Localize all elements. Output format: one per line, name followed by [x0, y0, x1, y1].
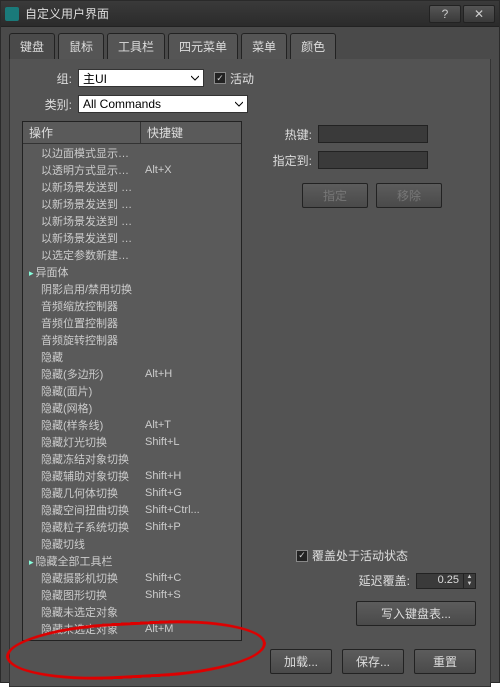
close-button[interactable]: ✕ — [463, 5, 495, 23]
reset-button[interactable]: 重置 — [414, 649, 476, 674]
list-item[interactable]: 隐藏空间扭曲切换Shift+Ctrl... — [23, 501, 241, 518]
hotkey-input[interactable] — [318, 125, 428, 143]
list-item[interactable]: 隐藏粒子系统切换Shift+P — [23, 518, 241, 535]
tab-5[interactable]: 颜色 — [290, 33, 336, 59]
remove-button[interactable]: 移除 — [376, 183, 442, 208]
titlebar[interactable]: 自定义用户界面 ? ✕ — [1, 1, 499, 27]
tab-2[interactable]: 工具栏 — [107, 33, 165, 59]
list-item[interactable]: 以新场景发送到 Soft... — [23, 229, 241, 246]
active-checkbox[interactable]: ✓ 活动 — [214, 70, 254, 87]
list-item[interactable]: 隐藏灯光切换Shift+L — [23, 433, 241, 450]
delay-spinner[interactable]: 0.25 ▲▼ — [416, 573, 476, 589]
chevron-down-icon — [235, 100, 243, 108]
list-item[interactable]: 音频位置控制器 — [23, 314, 241, 331]
list-item[interactable]: 以边面模式显示选定... — [23, 144, 241, 161]
help-button[interactable]: ? — [429, 5, 461, 23]
tab-4[interactable]: 菜单 — [241, 33, 287, 59]
list-item[interactable]: 隐藏冻结对象切换 — [23, 450, 241, 467]
list-item[interactable]: 音频缩放控制器 — [23, 297, 241, 314]
list-item[interactable]: 以新场景发送到 Mud... — [23, 212, 241, 229]
assigned-label: 指定到: — [262, 152, 318, 169]
list-item[interactable]: 隐藏图形切换Shift+S — [23, 586, 241, 603]
col-action[interactable]: 操作 — [23, 122, 141, 143]
customize-ui-dialog: 自定义用户界面 ? ✕ 键盘鼠标工具栏四元菜单菜单颜色 组: 主UI ✓ 活动 … — [0, 0, 500, 683]
list-item[interactable]: 隐藏切线 — [23, 535, 241, 552]
assigned-input[interactable] — [318, 151, 428, 169]
override-checkbox[interactable]: ✓ 覆盖处于活动状态 — [296, 547, 476, 564]
group-combo[interactable]: 主UI — [78, 69, 204, 87]
list-item[interactable]: 以选定参数新建卷展栏 — [23, 246, 241, 263]
list-item[interactable]: 隐藏 — [23, 348, 241, 365]
tab-3[interactable]: 四元菜单 — [168, 33, 238, 59]
list-item[interactable]: 隐藏未选定对象 — [23, 637, 241, 640]
tab-0[interactable]: 键盘 — [9, 33, 55, 59]
list-item[interactable]: 隐藏(面片) — [23, 382, 241, 399]
app-icon — [5, 7, 19, 21]
list-item[interactable]: 隐藏(多边形)Alt+H — [23, 365, 241, 382]
list-item[interactable]: 隐藏全部工具栏 — [23, 552, 241, 569]
panel-body: 组: 主UI ✓ 活动 类别: All Commands 操作 — [9, 59, 491, 687]
load-button[interactable]: 加载... — [270, 649, 332, 674]
save-button[interactable]: 保存... — [342, 649, 404, 674]
hotkey-label: 热键: — [262, 126, 318, 143]
list-item[interactable]: 以透明方式显示切换Alt+X — [23, 161, 241, 178]
chevron-down-icon — [191, 74, 199, 82]
list-item[interactable]: 以新场景发送到 Maya — [23, 178, 241, 195]
tabbar: 键盘鼠标工具栏四元菜单菜单颜色 — [1, 27, 499, 59]
category-combo[interactable]: All Commands — [78, 95, 248, 113]
group-label: 组: — [22, 70, 78, 87]
list-item[interactable]: 隐藏几何体切换Shift+G — [23, 484, 241, 501]
list-item[interactable]: 异面体 — [23, 263, 241, 280]
write-keymap-button[interactable]: 写入键盘表... — [356, 601, 476, 626]
window-title: 自定义用户界面 — [25, 5, 109, 22]
list-item[interactable]: 隐藏辅助对象切换Shift+H — [23, 467, 241, 484]
list-item[interactable]: 隐藏未选定对象Alt+M — [23, 620, 241, 637]
tab-1[interactable]: 鼠标 — [58, 33, 104, 59]
list-item[interactable]: 阴影启用/禁用切换 — [23, 280, 241, 297]
list-item[interactable]: 以新场景发送到 Moti... — [23, 195, 241, 212]
category-label: 类别: — [22, 96, 78, 113]
list-item[interactable]: 隐藏未选定对象 — [23, 603, 241, 620]
col-shortcut[interactable]: 快捷键 — [141, 122, 201, 143]
list-item[interactable]: 音频旋转控制器 — [23, 331, 241, 348]
list-item[interactable]: 隐藏(样条线)Alt+T — [23, 416, 241, 433]
list-item[interactable]: 隐藏(网格) — [23, 399, 241, 416]
list-item[interactable]: 隐藏摄影机切换Shift+C — [23, 569, 241, 586]
assign-button[interactable]: 指定 — [302, 183, 368, 208]
action-list[interactable]: 操作 快捷键 以边面模式显示选定...以透明方式显示切换Alt+X以新场景发送到… — [22, 121, 242, 641]
delay-label: 延迟覆盖: — [359, 572, 410, 589]
